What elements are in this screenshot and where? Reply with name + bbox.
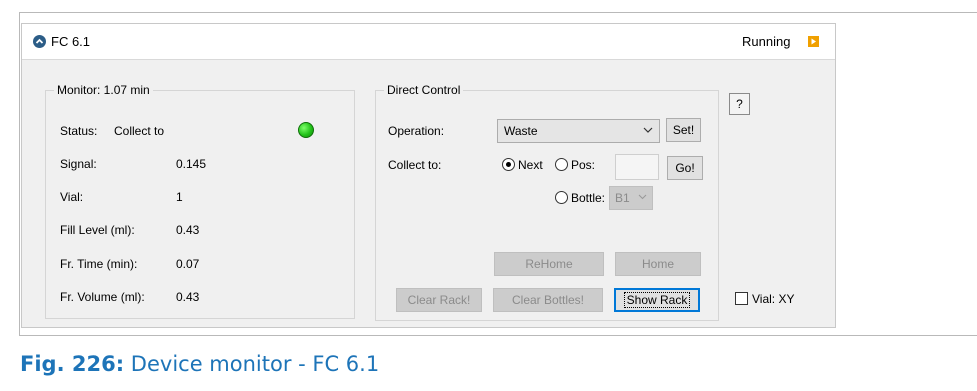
frame-top-line	[19, 12, 977, 13]
rehome-button[interactable]: ReHome	[494, 252, 604, 276]
go-button[interactable]: Go!	[667, 156, 703, 180]
vial-value: 1	[176, 190, 183, 204]
run-status-text: Running	[742, 34, 791, 49]
clear-bottles-button-label: Clear Bottles!	[511, 293, 585, 307]
frame-bottom-line	[19, 335, 977, 336]
fraction-volume-label: Fr. Volume (ml):	[60, 290, 145, 304]
operation-label: Operation:	[388, 124, 445, 138]
collapse-icon[interactable]	[33, 35, 46, 48]
device-monitor-window: FC 6.1 Running Monitor: 1.07 min Status:…	[21, 23, 836, 328]
fraction-volume-value: 0.43	[176, 290, 200, 304]
operation-select[interactable]: Waste	[497, 119, 660, 143]
clear-rack-button[interactable]: Clear Rack!	[396, 288, 482, 312]
position-input[interactable]	[615, 154, 659, 180]
rehome-button-label: ReHome	[525, 257, 573, 271]
vial-xy-label: Vial: XY	[752, 292, 795, 306]
fraction-time-label: Fr. Time (min):	[60, 257, 138, 271]
device-title: FC 6.1	[51, 34, 91, 49]
vial-xy-checkbox[interactable]	[735, 292, 748, 305]
collect-to-label: Collect to:	[388, 158, 442, 172]
frame-left-line	[19, 12, 20, 336]
clear-bottles-button[interactable]: Clear Bottles!	[493, 288, 603, 312]
status-value: Collect to	[114, 124, 165, 138]
vial-label: Vial:	[60, 190, 84, 204]
pos-radio-label: Pos:	[571, 158, 596, 172]
run-indicator-icon	[808, 36, 819, 47]
fill-level-label: Fill Level (ml):	[60, 223, 135, 237]
status-led-icon	[298, 122, 314, 138]
direct-control-legend: Direct Control	[384, 83, 464, 97]
bottle-select-value: B1	[615, 191, 630, 205]
show-rack-button[interactable]: Show Rack	[614, 288, 700, 312]
help-button-label: ?	[736, 97, 743, 111]
bottle-radio[interactable]	[555, 191, 568, 204]
next-radio-label: Next	[518, 158, 543, 172]
signal-label: Signal:	[60, 157, 97, 171]
operation-select-value: Waste	[504, 124, 538, 138]
chevron-down-icon	[638, 194, 647, 200]
fill-level-value: 0.43	[176, 223, 200, 237]
monitor-legend: Monitor: 1.07 min	[54, 83, 153, 97]
show-rack-button-label: Show Rack	[623, 292, 691, 308]
bottle-select[interactable]: B1	[609, 186, 653, 210]
help-button[interactable]: ?	[729, 93, 750, 115]
fraction-time-value: 0.07	[176, 257, 200, 271]
signal-value: 0.145	[176, 157, 207, 171]
pos-radio[interactable]	[555, 158, 568, 171]
clear-rack-button-label: Clear Rack!	[407, 293, 471, 307]
figure-caption: Fig. 226: Device monitor - FC 6.1	[20, 352, 379, 376]
bottle-radio-label: Bottle:	[571, 191, 606, 205]
figure-caption-text: Device monitor - FC 6.1	[130, 352, 380, 376]
status-label: Status:	[60, 124, 98, 138]
go-button-label: Go!	[675, 161, 695, 175]
home-button[interactable]: Home	[615, 252, 701, 276]
set-button[interactable]: Set!	[666, 118, 701, 142]
home-button-label: Home	[641, 257, 674, 271]
set-button-label: Set!	[672, 123, 695, 137]
title-bar: FC 6.1 Running	[22, 24, 835, 60]
chevron-down-icon	[643, 127, 653, 133]
figure-number: Fig. 226:	[20, 352, 125, 376]
next-radio[interactable]	[502, 158, 515, 171]
